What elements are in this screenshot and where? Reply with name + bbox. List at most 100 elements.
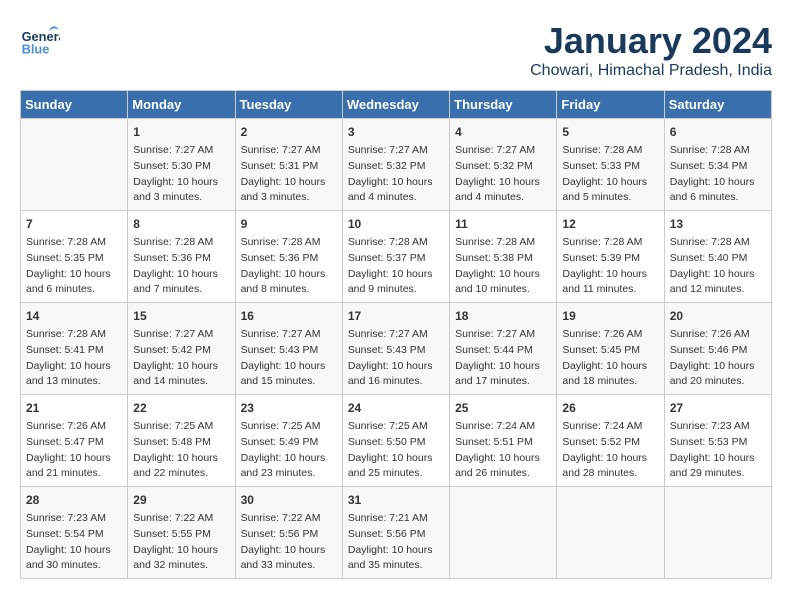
day-info: Sunset: 5:37 PM xyxy=(348,251,444,267)
day-number: 11 xyxy=(455,215,551,233)
day-info: Sunrise: 7:27 AM xyxy=(241,143,337,159)
day-info: Sunrise: 7:27 AM xyxy=(348,143,444,159)
day-info: and 23 minutes. xyxy=(241,466,337,482)
day-info: Sunrise: 7:26 AM xyxy=(26,419,122,435)
day-info: and 33 minutes. xyxy=(241,558,337,574)
column-header-monday: Monday xyxy=(128,91,235,119)
day-info: Sunrise: 7:26 AM xyxy=(670,327,766,343)
day-info: Sunset: 5:51 PM xyxy=(455,435,551,451)
day-info: Sunset: 5:36 PM xyxy=(133,251,229,267)
day-number: 2 xyxy=(241,123,337,141)
day-info: and 15 minutes. xyxy=(241,374,337,390)
day-info: and 10 minutes. xyxy=(455,282,551,298)
calendar-cell xyxy=(664,487,771,579)
day-info: Daylight: 10 hours xyxy=(562,175,658,191)
day-info: Sunset: 5:36 PM xyxy=(241,251,337,267)
calendar-cell: 17Sunrise: 7:27 AMSunset: 5:43 PMDayligh… xyxy=(342,303,449,395)
day-info: Sunrise: 7:27 AM xyxy=(455,143,551,159)
calendar-cell: 18Sunrise: 7:27 AMSunset: 5:44 PMDayligh… xyxy=(450,303,557,395)
column-header-tuesday: Tuesday xyxy=(235,91,342,119)
day-info: and 26 minutes. xyxy=(455,466,551,482)
day-info: Sunrise: 7:28 AM xyxy=(670,235,766,251)
day-info: Sunrise: 7:27 AM xyxy=(241,327,337,343)
day-info: Daylight: 10 hours xyxy=(133,267,229,283)
calendar-cell: 1Sunrise: 7:27 AMSunset: 5:30 PMDaylight… xyxy=(128,119,235,211)
day-info: Sunset: 5:31 PM xyxy=(241,159,337,175)
day-info: and 3 minutes. xyxy=(133,190,229,206)
day-number: 21 xyxy=(26,399,122,417)
day-info: Daylight: 10 hours xyxy=(455,175,551,191)
day-info: Daylight: 10 hours xyxy=(348,175,444,191)
day-number: 27 xyxy=(670,399,766,417)
calendar-cell: 21Sunrise: 7:26 AMSunset: 5:47 PMDayligh… xyxy=(21,395,128,487)
calendar-cell: 20Sunrise: 7:26 AMSunset: 5:46 PMDayligh… xyxy=(664,303,771,395)
day-info: Sunset: 5:35 PM xyxy=(26,251,122,267)
column-header-wednesday: Wednesday xyxy=(342,91,449,119)
day-info: Sunset: 5:52 PM xyxy=(562,435,658,451)
calendar-cell: 7Sunrise: 7:28 AMSunset: 5:35 PMDaylight… xyxy=(21,211,128,303)
day-info: Daylight: 10 hours xyxy=(455,359,551,375)
month-title: January 2024 xyxy=(530,20,772,62)
day-info: Sunset: 5:56 PM xyxy=(348,527,444,543)
day-info: Sunset: 5:33 PM xyxy=(562,159,658,175)
day-info: Daylight: 10 hours xyxy=(133,359,229,375)
day-info: Daylight: 10 hours xyxy=(133,451,229,467)
page-header: General Blue January 2024 Chowari, Himac… xyxy=(20,20,772,80)
day-info: and 4 minutes. xyxy=(455,190,551,206)
day-info: Daylight: 10 hours xyxy=(133,543,229,559)
day-info: Sunset: 5:41 PM xyxy=(26,343,122,359)
calendar-week-1: 1Sunrise: 7:27 AMSunset: 5:30 PMDaylight… xyxy=(21,119,772,211)
day-info: Daylight: 10 hours xyxy=(348,543,444,559)
day-info: Daylight: 10 hours xyxy=(241,175,337,191)
calendar-table: SundayMondayTuesdayWednesdayThursdayFrid… xyxy=(20,90,772,579)
day-info: and 7 minutes. xyxy=(133,282,229,298)
day-info: Daylight: 10 hours xyxy=(348,359,444,375)
day-info: Daylight: 10 hours xyxy=(241,267,337,283)
column-header-saturday: Saturday xyxy=(664,91,771,119)
day-number: 29 xyxy=(133,491,229,509)
day-info: Daylight: 10 hours xyxy=(241,543,337,559)
day-number: 5 xyxy=(562,123,658,141)
day-info: and 3 minutes. xyxy=(241,190,337,206)
svg-text:Blue: Blue xyxy=(22,42,50,57)
day-number: 1 xyxy=(133,123,229,141)
day-number: 7 xyxy=(26,215,122,233)
logo: General Blue xyxy=(20,20,60,60)
day-info: and 21 minutes. xyxy=(26,466,122,482)
day-info: Daylight: 10 hours xyxy=(241,359,337,375)
day-info: Sunset: 5:34 PM xyxy=(670,159,766,175)
day-number: 25 xyxy=(455,399,551,417)
day-info: Sunrise: 7:24 AM xyxy=(455,419,551,435)
day-info: Daylight: 10 hours xyxy=(562,267,658,283)
day-info: Sunrise: 7:27 AM xyxy=(455,327,551,343)
day-info: Sunrise: 7:22 AM xyxy=(241,511,337,527)
calendar-cell: 31Sunrise: 7:21 AMSunset: 5:56 PMDayligh… xyxy=(342,487,449,579)
calendar-week-3: 14Sunrise: 7:28 AMSunset: 5:41 PMDayligh… xyxy=(21,303,772,395)
day-info: Daylight: 10 hours xyxy=(26,267,122,283)
title-block: January 2024 Chowari, Himachal Pradesh, … xyxy=(530,20,772,80)
column-header-sunday: Sunday xyxy=(21,91,128,119)
calendar-header-row: SundayMondayTuesdayWednesdayThursdayFrid… xyxy=(21,91,772,119)
day-info: Sunset: 5:48 PM xyxy=(133,435,229,451)
day-info: and 35 minutes. xyxy=(348,558,444,574)
day-number: 10 xyxy=(348,215,444,233)
calendar-cell: 22Sunrise: 7:25 AMSunset: 5:48 PMDayligh… xyxy=(128,395,235,487)
calendar-cell: 6Sunrise: 7:28 AMSunset: 5:34 PMDaylight… xyxy=(664,119,771,211)
day-info: Daylight: 10 hours xyxy=(670,359,766,375)
calendar-cell: 13Sunrise: 7:28 AMSunset: 5:40 PMDayligh… xyxy=(664,211,771,303)
day-info: Sunset: 5:49 PM xyxy=(241,435,337,451)
day-info: Sunset: 5:45 PM xyxy=(562,343,658,359)
day-info: Daylight: 10 hours xyxy=(348,267,444,283)
day-info: and 32 minutes. xyxy=(133,558,229,574)
day-number: 17 xyxy=(348,307,444,325)
day-number: 15 xyxy=(133,307,229,325)
day-info: and 14 minutes. xyxy=(133,374,229,390)
day-info: Daylight: 10 hours xyxy=(26,451,122,467)
day-info: Daylight: 10 hours xyxy=(26,543,122,559)
calendar-cell: 27Sunrise: 7:23 AMSunset: 5:53 PMDayligh… xyxy=(664,395,771,487)
day-info: Sunrise: 7:28 AM xyxy=(26,327,122,343)
calendar-cell: 4Sunrise: 7:27 AMSunset: 5:32 PMDaylight… xyxy=(450,119,557,211)
day-info: Sunrise: 7:28 AM xyxy=(241,235,337,251)
calendar-cell: 23Sunrise: 7:25 AMSunset: 5:49 PMDayligh… xyxy=(235,395,342,487)
day-info: Sunset: 5:38 PM xyxy=(455,251,551,267)
